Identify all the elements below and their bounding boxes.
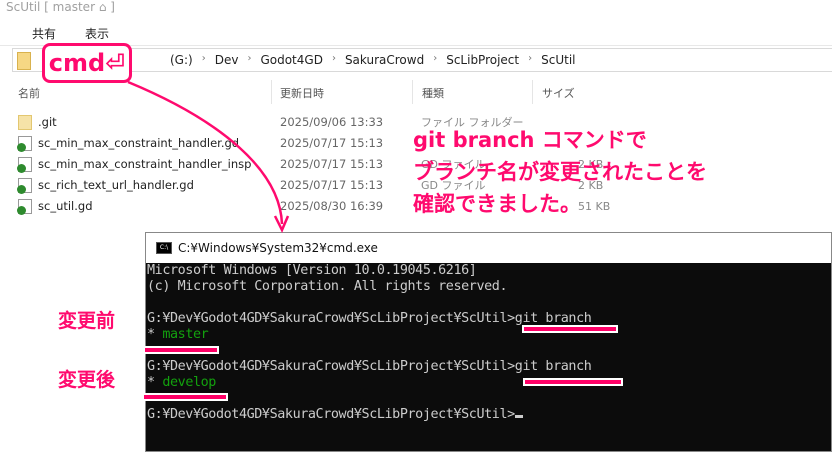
cmd-annotation-box: cmd⏎ — [42, 43, 132, 83]
arrow-line — [127, 80, 284, 225]
